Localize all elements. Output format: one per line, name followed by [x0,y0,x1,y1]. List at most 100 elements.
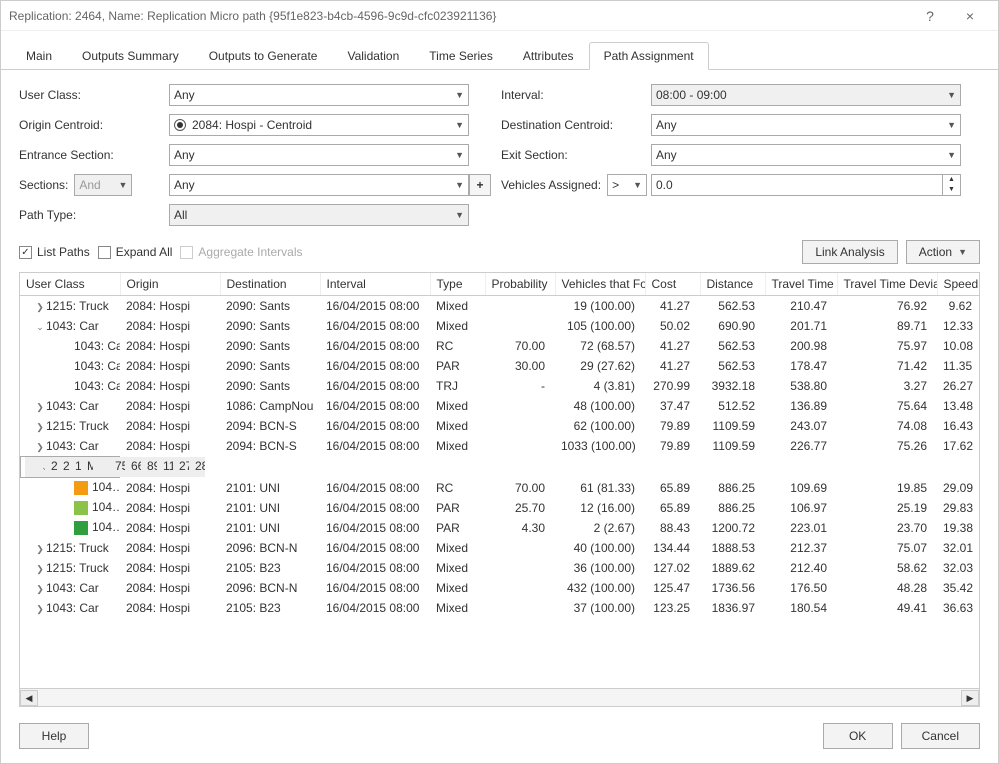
vehicles-op-select[interactable]: >▼ [607,174,647,196]
expand-icon[interactable]: ❯ [34,442,46,453]
path-type-label: Path Type: [19,208,169,222]
chevron-down-icon: ▼ [455,120,464,130]
expand-icon[interactable]: ⌄ [34,322,46,333]
chevron-down-icon: ▼ [947,120,956,130]
dest-centroid-select[interactable]: Any▼ [651,114,961,136]
expand-icon[interactable]: ❯ [34,564,46,575]
table-row[interactable]: ⌄1043: Car2084: Hospi2090: Sants16/04/20… [20,316,979,336]
table-row[interactable]: 104…2084: Hospi2101: UNI16/04/2015 08:00… [20,518,979,538]
chevron-down-icon: ▼ [455,180,464,190]
link-analysis-button[interactable]: Link Analysis [802,240,897,264]
titlebar: Replication: 2464, Name: Replication Mic… [1,1,998,31]
expand-icon[interactable]: ❯ [34,302,46,313]
window-title: Replication: 2464, Name: Replication Mic… [9,9,910,23]
radio-icon [174,119,186,131]
chevron-down-icon: ▼ [947,150,956,160]
col-type[interactable]: Type [430,273,485,296]
table-row[interactable]: ❯1215: Truck2084: Hospi2094: BCN-S16/04/… [20,416,979,436]
col-probability[interactable]: Probability [485,273,555,296]
help-button[interactable]: Help [19,723,89,749]
color-swatch [74,521,88,535]
close-icon[interactable]: × [950,8,990,24]
interval-label: Interval: [501,88,651,102]
entrance-section-select[interactable]: Any▼ [169,144,469,166]
dest-centroid-label: Destination Centroid: [501,118,651,132]
chevron-down-icon: ▼ [947,90,956,100]
expand-icon[interactable]: ❯ [34,422,46,433]
col-vehicles[interactable]: Vehicles that Fo [555,273,645,296]
col-travel-time[interactable]: Travel Time [765,273,837,296]
exit-section-label: Exit Section: [501,148,651,162]
user-class-label: User Class: [19,88,169,102]
spin-up-icon[interactable]: ▲ [943,175,960,185]
table-row[interactable]: ❯1043: Car2084: Hospi2096: BCN-N16/04/20… [20,578,979,598]
table-row[interactable]: ❯1043: Car2084: Hospi1086: CampNou16/04/… [20,396,979,416]
table-row[interactable]: ❯1215: Truck2084: Hospi2096: BCN-N16/04/… [20,538,979,558]
tab-time-series[interactable]: Time Series [414,42,508,70]
col-destination[interactable]: Destination [220,273,320,296]
origin-centroid-label: Origin Centroid: [19,118,169,132]
col-speed[interactable]: Speed [937,273,979,296]
col-user-class[interactable]: User Class [20,273,120,296]
table-row[interactable]: 1043: Car2084: Hospi2090: Sants16/04/201… [20,376,979,396]
filters: User Class: Any▼ Interval: 08:00 - 09:00… [19,84,980,226]
chevron-down-icon: ▼ [118,180,127,190]
table-row[interactable]: 1043: Car2084: Hospi2090: Sants16/04/201… [20,336,979,356]
exit-section-select[interactable]: Any▼ [651,144,961,166]
expand-icon[interactable]: ❯ [34,402,46,413]
tab-outputs-summary[interactable]: Outputs Summary [67,42,194,70]
tab-outputs-generate[interactable]: Outputs to Generate [194,42,333,70]
interval-select[interactable]: 08:00 - 09:00▼ [651,84,961,106]
color-swatch [74,501,88,515]
color-swatch [74,481,88,495]
scroll-right-icon[interactable]: ▶ [961,690,979,706]
tab-path-assignment[interactable]: Path Assignment [589,42,709,70]
tabs: Main Outputs Summary Outputs to Generate… [1,41,998,70]
table-row[interactable]: 104…2084: Hospi2101: UNI16/04/2015 08:00… [20,478,979,498]
tab-attributes[interactable]: Attributes [508,42,589,70]
table-row[interactable]: ⌄1043: Car2084: Hospi2101: UNI16/04/2015… [20,456,120,478]
table-row[interactable]: 104…2084: Hospi2101: UNI16/04/2015 08:00… [20,498,979,518]
ok-button[interactable]: OK [823,723,893,749]
paths-table: User Class Origin Destination Interval T… [19,272,980,707]
action-button[interactable]: Action▼ [906,240,980,264]
table-row[interactable]: ❯1215: Truck2084: Hospi2090: Sants16/04/… [20,296,979,316]
spin-down-icon[interactable]: ▼ [943,185,960,195]
list-paths-label: List Paths [37,245,90,259]
vehicles-assigned-input[interactable]: 0.0▲▼ [651,174,961,196]
expand-all-checkbox[interactable] [98,246,111,259]
col-cost[interactable]: Cost [645,273,700,296]
expand-icon[interactable]: ❯ [34,604,46,615]
scroll-left-icon[interactable]: ◀ [20,690,38,706]
chevron-down-icon: ▼ [633,180,642,190]
add-section-button[interactable]: + [469,174,491,196]
col-origin[interactable]: Origin [120,273,220,296]
table-row[interactable]: ❯1043: Car2084: Hospi2105: B2316/04/2015… [20,598,979,618]
vehicles-assigned-label: Vehicles Assigned: [501,178,601,192]
col-interval[interactable]: Interval [320,273,430,296]
entrance-section-label: Entrance Section: [19,148,169,162]
expand-icon[interactable]: ❯ [34,584,46,595]
tab-validation[interactable]: Validation [332,42,414,70]
list-paths-checkbox[interactable]: ✓ [19,246,32,259]
horizontal-scrollbar[interactable]: ◀ ▶ [20,688,979,706]
help-icon[interactable]: ? [910,8,950,24]
expand-icon[interactable]: ❯ [34,544,46,555]
sections-op-select[interactable]: And▼ [74,174,132,196]
chevron-down-icon: ▼ [958,247,967,257]
table-row[interactable]: 1043: Car2084: Hospi2090: Sants16/04/201… [20,356,979,376]
path-type-select[interactable]: All▼ [169,204,469,226]
user-class-select[interactable]: Any▼ [169,84,469,106]
aggregate-checkbox [180,246,193,259]
sections-select[interactable]: Any▼ [169,174,469,196]
expand-all-label: Expand All [116,245,173,259]
col-distance[interactable]: Distance [700,273,765,296]
table-row[interactable]: ❯1215: Truck2084: Hospi2105: B2316/04/20… [20,558,979,578]
col-tt-dev[interactable]: Travel Time Devia [837,273,937,296]
tab-main[interactable]: Main [11,42,67,70]
table-row[interactable]: ❯1043: Car2084: Hospi2094: BCN-S16/04/20… [20,436,979,456]
origin-centroid-select[interactable]: 2084: Hospi - Centroid▼ [169,114,469,136]
cancel-button[interactable]: Cancel [901,723,980,749]
chevron-down-icon: ▼ [455,90,464,100]
sections-label: Sections: [19,178,68,192]
